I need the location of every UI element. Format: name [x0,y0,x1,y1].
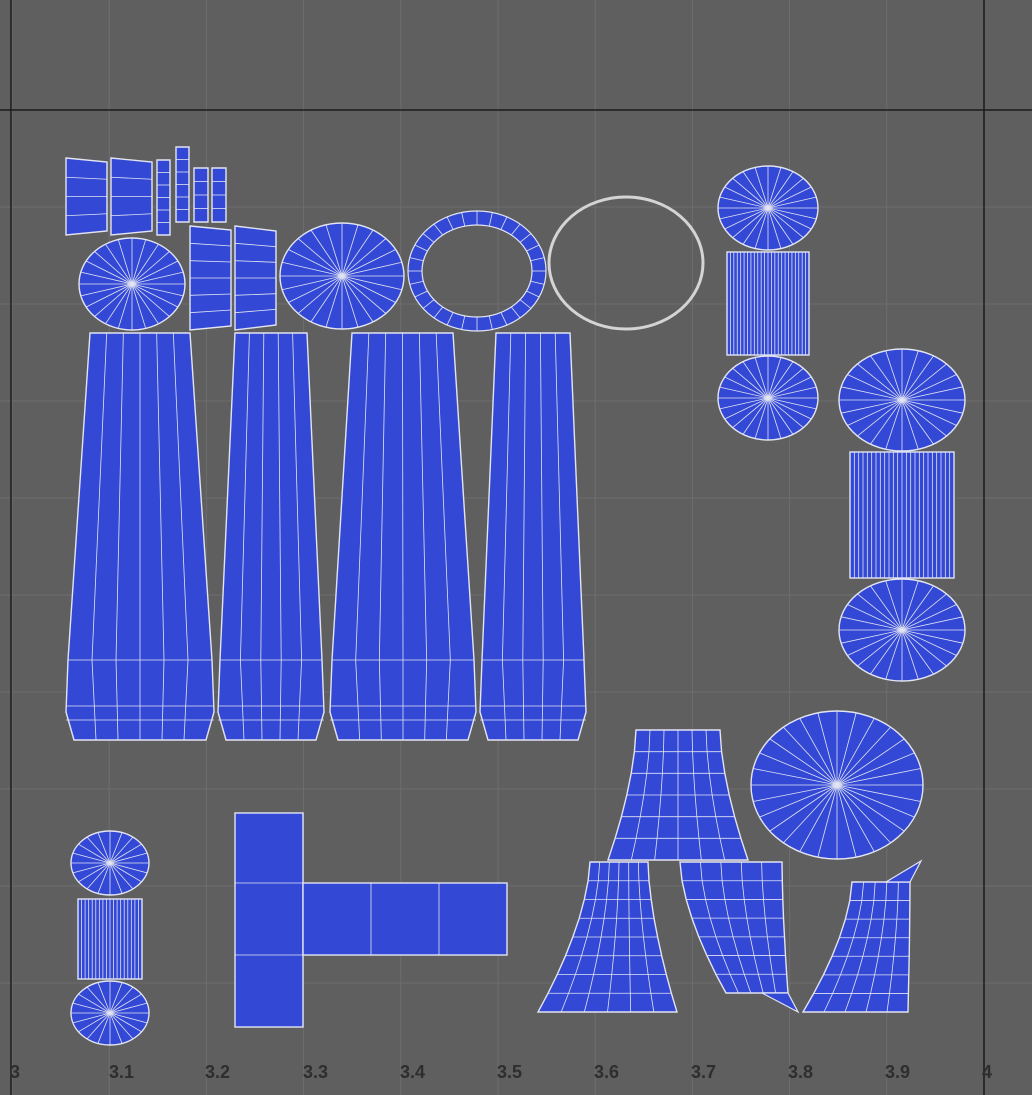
strip-small-1 [65,157,108,236]
large-disc [750,710,924,860]
flare-4 [801,881,911,1013]
u-axis-tick-labels: 3 3.1 3.2 3.3 3.4 3.5 3.6 3.7 3.8 3.9 4 [10,1062,992,1082]
strip-small-3 [156,159,171,236]
tick-label-3.7: 3.7 [691,1062,716,1082]
cylinder-b-side [849,451,955,579]
tick-label-3.1: 3.1 [109,1062,134,1082]
tick-label-3.4: 3.4 [400,1062,425,1082]
tick-label-3.9: 3.9 [885,1062,910,1082]
cap-disc-1 [78,237,186,331]
uv-editor-viewport[interactable]: 3 3.1 3.2 3.3 3.4 3.5 3.6 3.7 3.8 3.9 4 [0,0,1032,1095]
cap-disc-2 [279,222,405,330]
flare-3 [679,861,789,994]
bottle-body-2 [217,332,325,741]
cylinder-a-bottom-disc [717,355,819,441]
uv-islands [65,146,966,1046]
flare-1 [607,729,749,861]
ring [407,210,547,332]
cylinder-b-bottom-disc [838,578,966,682]
strip-small-5 [193,167,209,223]
bottle-body-3 [329,332,477,741]
strip-small-6 [211,167,227,223]
tick-label-3.2: 3.2 [205,1062,230,1082]
outline-loop [547,195,705,331]
tick-label-3.6: 3.6 [594,1062,619,1082]
cylinder-a-side [726,251,810,356]
tick-label-3: 3 [10,1062,20,1082]
cylinder-a-top-disc [717,165,819,251]
cylinder-small-side [77,898,143,980]
strip-small-2 [110,157,153,236]
flare-2 [536,861,678,1013]
cylinder-b-top-disc [838,348,966,452]
bottle-body-4 [479,332,587,741]
strip-small-4 [175,146,190,223]
t-shape [234,812,508,1028]
tick-label-3.5: 3.5 [497,1062,522,1082]
cylinder-small-top-disc [70,830,150,896]
strip-small-7 [189,225,232,331]
uv-canvas[interactable]: 3 3.1 3.2 3.3 3.4 3.5 3.6 3.7 3.8 3.9 4 [0,0,1032,1095]
cylinder-small-bottom-disc [70,980,150,1046]
tick-label-4: 4 [982,1062,992,1082]
tick-label-3.3: 3.3 [303,1062,328,1082]
tick-label-3.8: 3.8 [788,1062,813,1082]
bottle-body-1 [65,332,215,741]
strip-small-8 [234,225,277,331]
